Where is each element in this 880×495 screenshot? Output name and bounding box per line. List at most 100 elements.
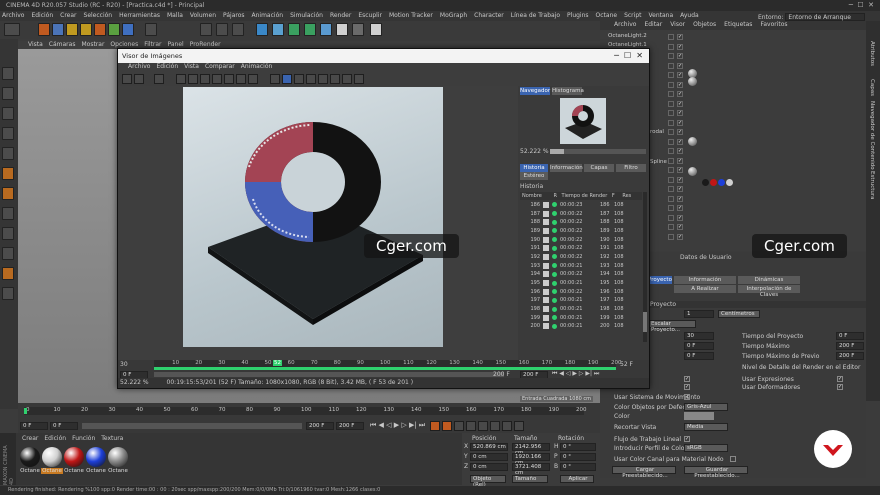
om-enable-icon[interactable]: ✓: [677, 157, 683, 164]
om-visibility-icon[interactable]: [668, 205, 674, 211]
menu-item[interactable]: Crear: [60, 12, 76, 19]
tab-histograma[interactable]: Histograma: [552, 87, 584, 95]
escala-field[interactable]: 1: [684, 310, 714, 318]
usar-deformadores-checkbox[interactable]: ✓: [837, 384, 843, 390]
material-ball[interactable]: [108, 447, 128, 467]
viewport-menu-item[interactable]: Opciones: [110, 41, 138, 48]
tweak-mode-icon[interactable]: [2, 227, 14, 240]
history-row[interactable]: 186 00:00:23 186 108: [520, 201, 642, 210]
history-row[interactable]: 195 00:00:21 195 108: [520, 279, 642, 288]
viewer-canvas[interactable]: [118, 86, 518, 360]
record-icon[interactable]: [430, 421, 440, 431]
tab-a-realizar[interactable]: A Realizar: [674, 285, 736, 293]
om-visibility-icon[interactable]: [668, 195, 674, 202]
camera-icon[interactable]: [352, 23, 364, 36]
menu-item[interactable]: Malla: [167, 12, 183, 19]
model-mode-icon[interactable]: [2, 87, 14, 100]
om-visibility-icon[interactable]: [668, 129, 674, 135]
om-material-tag-icon[interactable]: [710, 179, 717, 186]
viewer-preview-range[interactable]: [154, 372, 504, 377]
om-enable-icon[interactable]: ✓: [677, 138, 683, 145]
edges-mode-icon[interactable]: [2, 167, 14, 180]
render-picture-viewer-icon[interactable]: [216, 23, 228, 36]
viewport-menu-item[interactable]: ProRender: [190, 41, 221, 48]
canal-material-checkbox[interactable]: [730, 456, 736, 462]
stop-render-icon[interactable]: [236, 74, 246, 84]
om-tag-icon[interactable]: [688, 137, 697, 146]
tab-atributos[interactable]: Atributos: [869, 41, 875, 66]
om-visibility-icon[interactable]: [668, 34, 674, 40]
om-visibility-icon[interactable]: [668, 138, 674, 145]
texture-mode-icon[interactable]: [2, 107, 14, 120]
zoom-slider[interactable]: [550, 149, 646, 154]
position-key-icon[interactable]: [466, 421, 476, 431]
menu-item[interactable]: Pájaros: [223, 12, 245, 19]
subdivision-icon[interactable]: [288, 23, 300, 36]
light-icon[interactable]: [370, 23, 382, 36]
channel-rgb-icon[interactable]: [282, 74, 292, 84]
om-enable-icon[interactable]: ✓: [677, 214, 683, 221]
tab-dinamicas[interactable]: Dinámicas: [738, 276, 800, 284]
workplane-icon[interactable]: [2, 127, 14, 140]
menu-item[interactable]: Ventana: [648, 12, 673, 19]
material-menu-item[interactable]: Edición: [44, 435, 66, 442]
coord-apply-button[interactable]: Aplicar: [560, 475, 594, 483]
material-label[interactable]: Octane: [19, 468, 41, 474]
menu-item[interactable]: Render: [330, 12, 351, 19]
om-enable-icon[interactable]: ✓: [677, 100, 683, 107]
om-enable-icon[interactable]: ✓: [677, 62, 683, 69]
playback-controls[interactable]: ⏮ ◀ ◁ ▶ ▷ ▶| ⏭: [370, 421, 425, 430]
move-icon[interactable]: [52, 23, 64, 36]
history-row[interactable]: 188 00:00:22 188 108: [520, 218, 642, 228]
om-enable-icon[interactable]: ✓: [677, 119, 683, 126]
tiempo-maximo-field[interactable]: 200 F: [836, 342, 864, 350]
rotation-key-icon[interactable]: [478, 421, 488, 431]
om-item-partial[interactable]: rodal: [650, 129, 664, 138]
om-menu-item[interactable]: Etiquetas: [724, 21, 752, 28]
menu-item[interactable]: Animación: [252, 12, 284, 19]
channel-b-icon[interactable]: [318, 74, 328, 84]
om-visibility-icon[interactable]: [668, 43, 674, 50]
om-visibility-icon[interactable]: [668, 148, 674, 154]
om-material-tag-icon[interactable]: [718, 179, 725, 186]
tab-informacion-viewer[interactable]: Información: [550, 164, 583, 172]
coord-rotation-field[interactable]: 0 °: [560, 463, 596, 471]
history-row[interactable]: 191 00:00:22 191 108: [520, 244, 642, 254]
timeline-end-field[interactable]: 200 F: [306, 422, 334, 430]
flujo-lineal-checkbox[interactable]: ✓: [684, 436, 690, 442]
tab-proyecto[interactable]: Proyecto: [648, 276, 672, 284]
om-enable-icon[interactable]: ✓: [677, 110, 683, 116]
history-row[interactable]: 198 00:00:21 198 108: [520, 305, 642, 314]
tab-informacion[interactable]: Información: [674, 276, 736, 284]
menu-item[interactable]: Edición: [31, 12, 53, 19]
om-menu-item[interactable]: Favoritos: [760, 21, 787, 28]
entorno-dropdown[interactable]: Entorno de Arranque: [785, 13, 866, 21]
om-menu-item[interactable]: Archivo: [614, 21, 636, 28]
om-visibility-icon[interactable]: [668, 214, 674, 221]
coordinate-system-icon[interactable]: [145, 23, 157, 36]
fps-field[interactable]: 30: [684, 332, 714, 340]
om-visibility-icon[interactable]: [668, 81, 674, 88]
material-label[interactable]: Octane: [85, 468, 107, 474]
menu-item[interactable]: Ayuda: [680, 12, 699, 19]
menu-item[interactable]: Archivo: [2, 12, 24, 19]
viewer-tl-current[interactable]: 52: [273, 360, 282, 366]
tiempo-max-previo-field[interactable]: 200 F: [836, 352, 864, 360]
om-tag-icon[interactable]: [688, 167, 697, 176]
menu-item[interactable]: Script: [624, 12, 641, 19]
channel-r-icon[interactable]: [270, 74, 280, 84]
history-row[interactable]: 194 00:00:22 194 108: [520, 271, 642, 280]
rotate-icon[interactable]: [80, 23, 92, 36]
checkbox-left-2[interactable]: ✓: [684, 384, 690, 390]
om-visibility-icon[interactable]: [668, 176, 674, 183]
om-visibility-icon[interactable]: [668, 186, 674, 192]
om-item-partial[interactable]: Spline: [650, 159, 667, 168]
om-enable-icon[interactable]: ✓: [677, 91, 683, 97]
zoom-out-icon[interactable]: [200, 74, 210, 84]
history-row[interactable]: 197 00:00:21 197 108: [520, 297, 642, 306]
om-item[interactable]: OctaneLight.2: [608, 33, 647, 42]
menu-item[interactable]: Línea de Trabajo: [511, 12, 560, 19]
open-icon[interactable]: [122, 74, 132, 84]
om-enable-icon[interactable]: ✓: [677, 148, 683, 154]
tiempo-proyecto-field[interactable]: 0 F: [836, 332, 864, 340]
